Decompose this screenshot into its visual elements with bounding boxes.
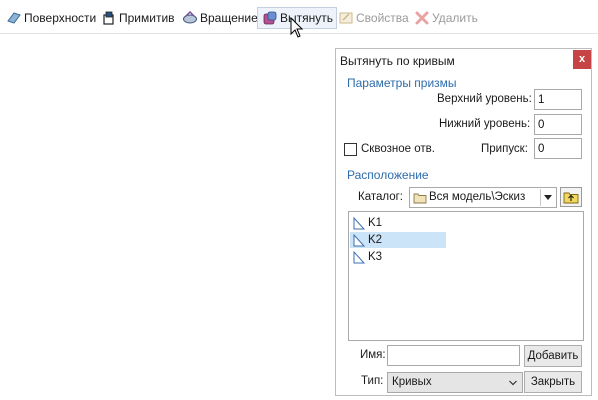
- delete-button[interactable]: Удалить: [409, 7, 482, 29]
- properties-icon: [339, 12, 353, 24]
- curve-icon: [353, 233, 365, 246]
- curve-label: K3: [368, 251, 383, 263]
- list-item[interactable]: K2: [350, 232, 446, 248]
- primitive-button[interactable]: Примитив: [96, 7, 179, 29]
- extrude-icon: [263, 11, 277, 25]
- chevron-down-icon: [509, 380, 517, 386]
- rotation-icon: [183, 10, 197, 24]
- curve-icon: [353, 250, 365, 263]
- extrude-by-curves-panel: Вытянуть по кривым x Параметры призмы Ве…: [335, 48, 592, 396]
- folder-up-button[interactable]: [560, 187, 582, 207]
- panel-title: Вытянуть по кривым: [340, 54, 455, 68]
- properties-button[interactable]: Свойства: [333, 7, 413, 29]
- catalog-label: Каталог:: [358, 191, 404, 203]
- list-item[interactable]: K1: [350, 215, 446, 231]
- list-item[interactable]: K3: [350, 249, 446, 265]
- allowance-field[interactable]: [534, 138, 582, 159]
- name-label: Имя:: [360, 349, 386, 361]
- surfaces-button[interactable]: Поверхности: [1, 7, 100, 29]
- type-label: Тип:: [361, 375, 384, 387]
- top-level-label: Верхний уровень:: [437, 93, 532, 105]
- catalog-value: Вся модель\Эскиз: [429, 191, 526, 203]
- close-button[interactable]: Закрыть: [524, 371, 582, 393]
- curves-list[interactable]: K1 K2 K3: [348, 211, 584, 341]
- bottom-level-field[interactable]: [534, 114, 582, 135]
- delete-label: Удалить: [432, 11, 478, 25]
- allowance-label: Припуск:: [481, 143, 528, 155]
- through-hole-label: Сквозное отв.: [361, 143, 435, 155]
- bottom-level-label: Нижний уровень:: [439, 118, 531, 130]
- curve-icon: [353, 216, 365, 229]
- add-button[interactable]: Добавить: [524, 345, 582, 367]
- top-level-field[interactable]: [534, 89, 582, 110]
- primitive-label: Примитив: [119, 11, 175, 25]
- folder-up-icon: [563, 192, 579, 204]
- mouse-cursor-icon: [290, 17, 304, 38]
- panel-header: Вытянуть по кривым x: [336, 49, 591, 73]
- surfaces-icon: [7, 12, 21, 24]
- name-field[interactable]: [387, 345, 520, 366]
- prism-parameters-heading: Параметры призмы: [347, 76, 457, 90]
- rotation-label: Вращение: [200, 11, 258, 25]
- rotation-button[interactable]: Вращение: [177, 7, 262, 29]
- type-select[interactable]: Кривых: [387, 372, 523, 393]
- surfaces-label: Поверхности: [24, 11, 97, 25]
- extrude-label: Вытянуть: [280, 11, 333, 25]
- primitive-icon: [103, 11, 114, 25]
- type-value: Кривых: [392, 376, 432, 388]
- location-heading: Расположение: [347, 168, 429, 182]
- folder-icon: [413, 193, 427, 204]
- curve-label: K1: [368, 217, 383, 229]
- curve-label: K2: [368, 234, 383, 246]
- through-hole-checkbox[interactable]: [344, 143, 357, 156]
- catalog-select[interactable]: Вся модель\Эскиз: [409, 187, 557, 208]
- properties-label: Свойства: [356, 11, 409, 25]
- chevron-down-icon: [540, 189, 555, 206]
- delete-icon: [415, 11, 429, 25]
- close-icon[interactable]: x: [573, 50, 591, 69]
